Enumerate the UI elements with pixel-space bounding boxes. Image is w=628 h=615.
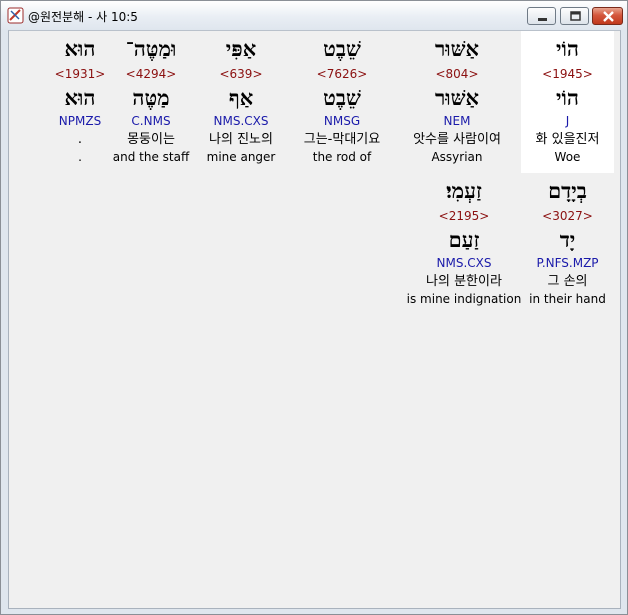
korean-gloss: . xyxy=(77,132,83,147)
minimize-icon xyxy=(538,18,547,21)
word-cell[interactable]: אַפִּי <639> אַף NMS.CXS 나의 진노의 mine ang… xyxy=(200,31,282,173)
word-cell[interactable]: הוּא <1931> הוּא NPMZS . . xyxy=(45,31,115,173)
hebrew-lemma: הוֹי xyxy=(556,85,579,110)
hebrew-word: הוּא xyxy=(64,36,96,61)
word-cell[interactable]: הוֹי <1945> הוֹי J 화 있을진저 Woe xyxy=(521,31,614,173)
morphology-code[interactable]: NMSG xyxy=(293,114,391,128)
english-gloss: the rod of xyxy=(312,150,372,164)
strong-number[interactable]: <639> xyxy=(200,67,282,81)
strong-number[interactable]: <1931> xyxy=(45,67,115,81)
strong-number[interactable]: <7626> xyxy=(293,67,391,81)
hebrew-lemma: שֵׁבֶט xyxy=(323,85,361,110)
hebrew-word: אַשּׁוּר xyxy=(434,36,480,61)
word-cell[interactable]: שֵׁבֶט <7626> שֵׁבֶט NMSG 그는-막대기요 the ro… xyxy=(293,31,391,173)
english-gloss: . xyxy=(78,150,82,164)
maximize-button[interactable] xyxy=(560,7,589,25)
maximize-icon xyxy=(570,11,581,21)
app-window: @원전분해 - 사 10:5 הוֹי <1945> הוֹי J 화 있을진저 xyxy=(0,0,628,615)
strong-number[interactable]: <804> xyxy=(404,67,510,81)
hebrew-lemma: הוּא xyxy=(64,85,96,110)
english-gloss: is mine indignation xyxy=(406,292,522,306)
strong-number[interactable]: <4294> xyxy=(112,67,190,81)
hebrew-lemma: מַטֶּה xyxy=(132,85,170,110)
hebrew-lemma: יָד xyxy=(559,227,576,252)
word-cell[interactable]: זַעְמִי׃ <2195> זַעַם NMS.CXS 나의 분한이라 is… xyxy=(407,173,522,315)
interlinear-panel[interactable]: הוֹי <1945> הוֹי J 화 있을진저 Woe אַשּׁוּר <… xyxy=(8,30,621,609)
window-title: @원전분해 - 사 10:5 xyxy=(28,10,138,24)
morphology-code[interactable]: NMS.CXS xyxy=(200,114,282,128)
morphology-code[interactable]: C.NMS xyxy=(112,114,190,128)
morphology-code[interactable]: J xyxy=(521,114,614,128)
hebrew-lemma: אַשּׁוּר xyxy=(434,85,480,110)
english-gloss: mine anger xyxy=(206,150,276,164)
minimize-button[interactable] xyxy=(527,7,556,25)
hebrew-word: זַעְמִי׃ xyxy=(446,178,482,203)
morphology-code[interactable]: NPMZS xyxy=(45,114,115,128)
word-cell[interactable]: בְיָדָם <3027> יָד P.NFS.MZP 그 손의 in the… xyxy=(521,173,614,315)
korean-gloss: 나의 분한이라 xyxy=(426,274,502,289)
strong-number[interactable]: <2195> xyxy=(414,209,514,223)
korean-gloss: 나의 진노의 xyxy=(209,132,273,147)
english-gloss: Assyrian xyxy=(431,150,483,164)
hebrew-word: אַפִּי xyxy=(225,36,257,61)
app-icon[interactable] xyxy=(7,7,24,24)
korean-gloss: 그는-막대기요 xyxy=(303,132,381,147)
hebrew-word: שֵׁבֶט xyxy=(323,36,361,61)
korean-gloss: 앗수를 사람이여 xyxy=(413,132,501,147)
strong-number[interactable]: <3027> xyxy=(521,209,614,223)
word-cell[interactable]: אַשּׁוּר <804> אַשּׁוּר NEM 앗수를 사람이여 Ass… xyxy=(404,31,510,173)
english-gloss: in their hand xyxy=(529,292,606,306)
hebrew-word: הוֹי xyxy=(556,36,579,61)
title-bar[interactable]: @원전분해 - 사 10:5 xyxy=(1,1,627,30)
close-icon xyxy=(603,11,614,22)
korean-gloss: 화 있을진저 xyxy=(535,132,600,147)
english-gloss: Woe xyxy=(554,150,581,164)
hebrew-lemma: זַעַם xyxy=(448,227,480,252)
hebrew-word: בְיָדָם xyxy=(548,178,587,203)
korean-gloss: 그 손의 xyxy=(547,274,588,289)
hebrew-word: וּמַטֶּה־ xyxy=(125,36,177,61)
strong-number[interactable]: <1945> xyxy=(521,67,614,81)
morphology-code[interactable]: NEM xyxy=(404,114,510,128)
hebrew-lemma: אַף xyxy=(228,85,254,110)
morphology-code[interactable]: P.NFS.MZP xyxy=(521,256,614,270)
close-button[interactable] xyxy=(592,7,623,25)
morphology-code[interactable]: NMS.CXS xyxy=(414,256,514,270)
